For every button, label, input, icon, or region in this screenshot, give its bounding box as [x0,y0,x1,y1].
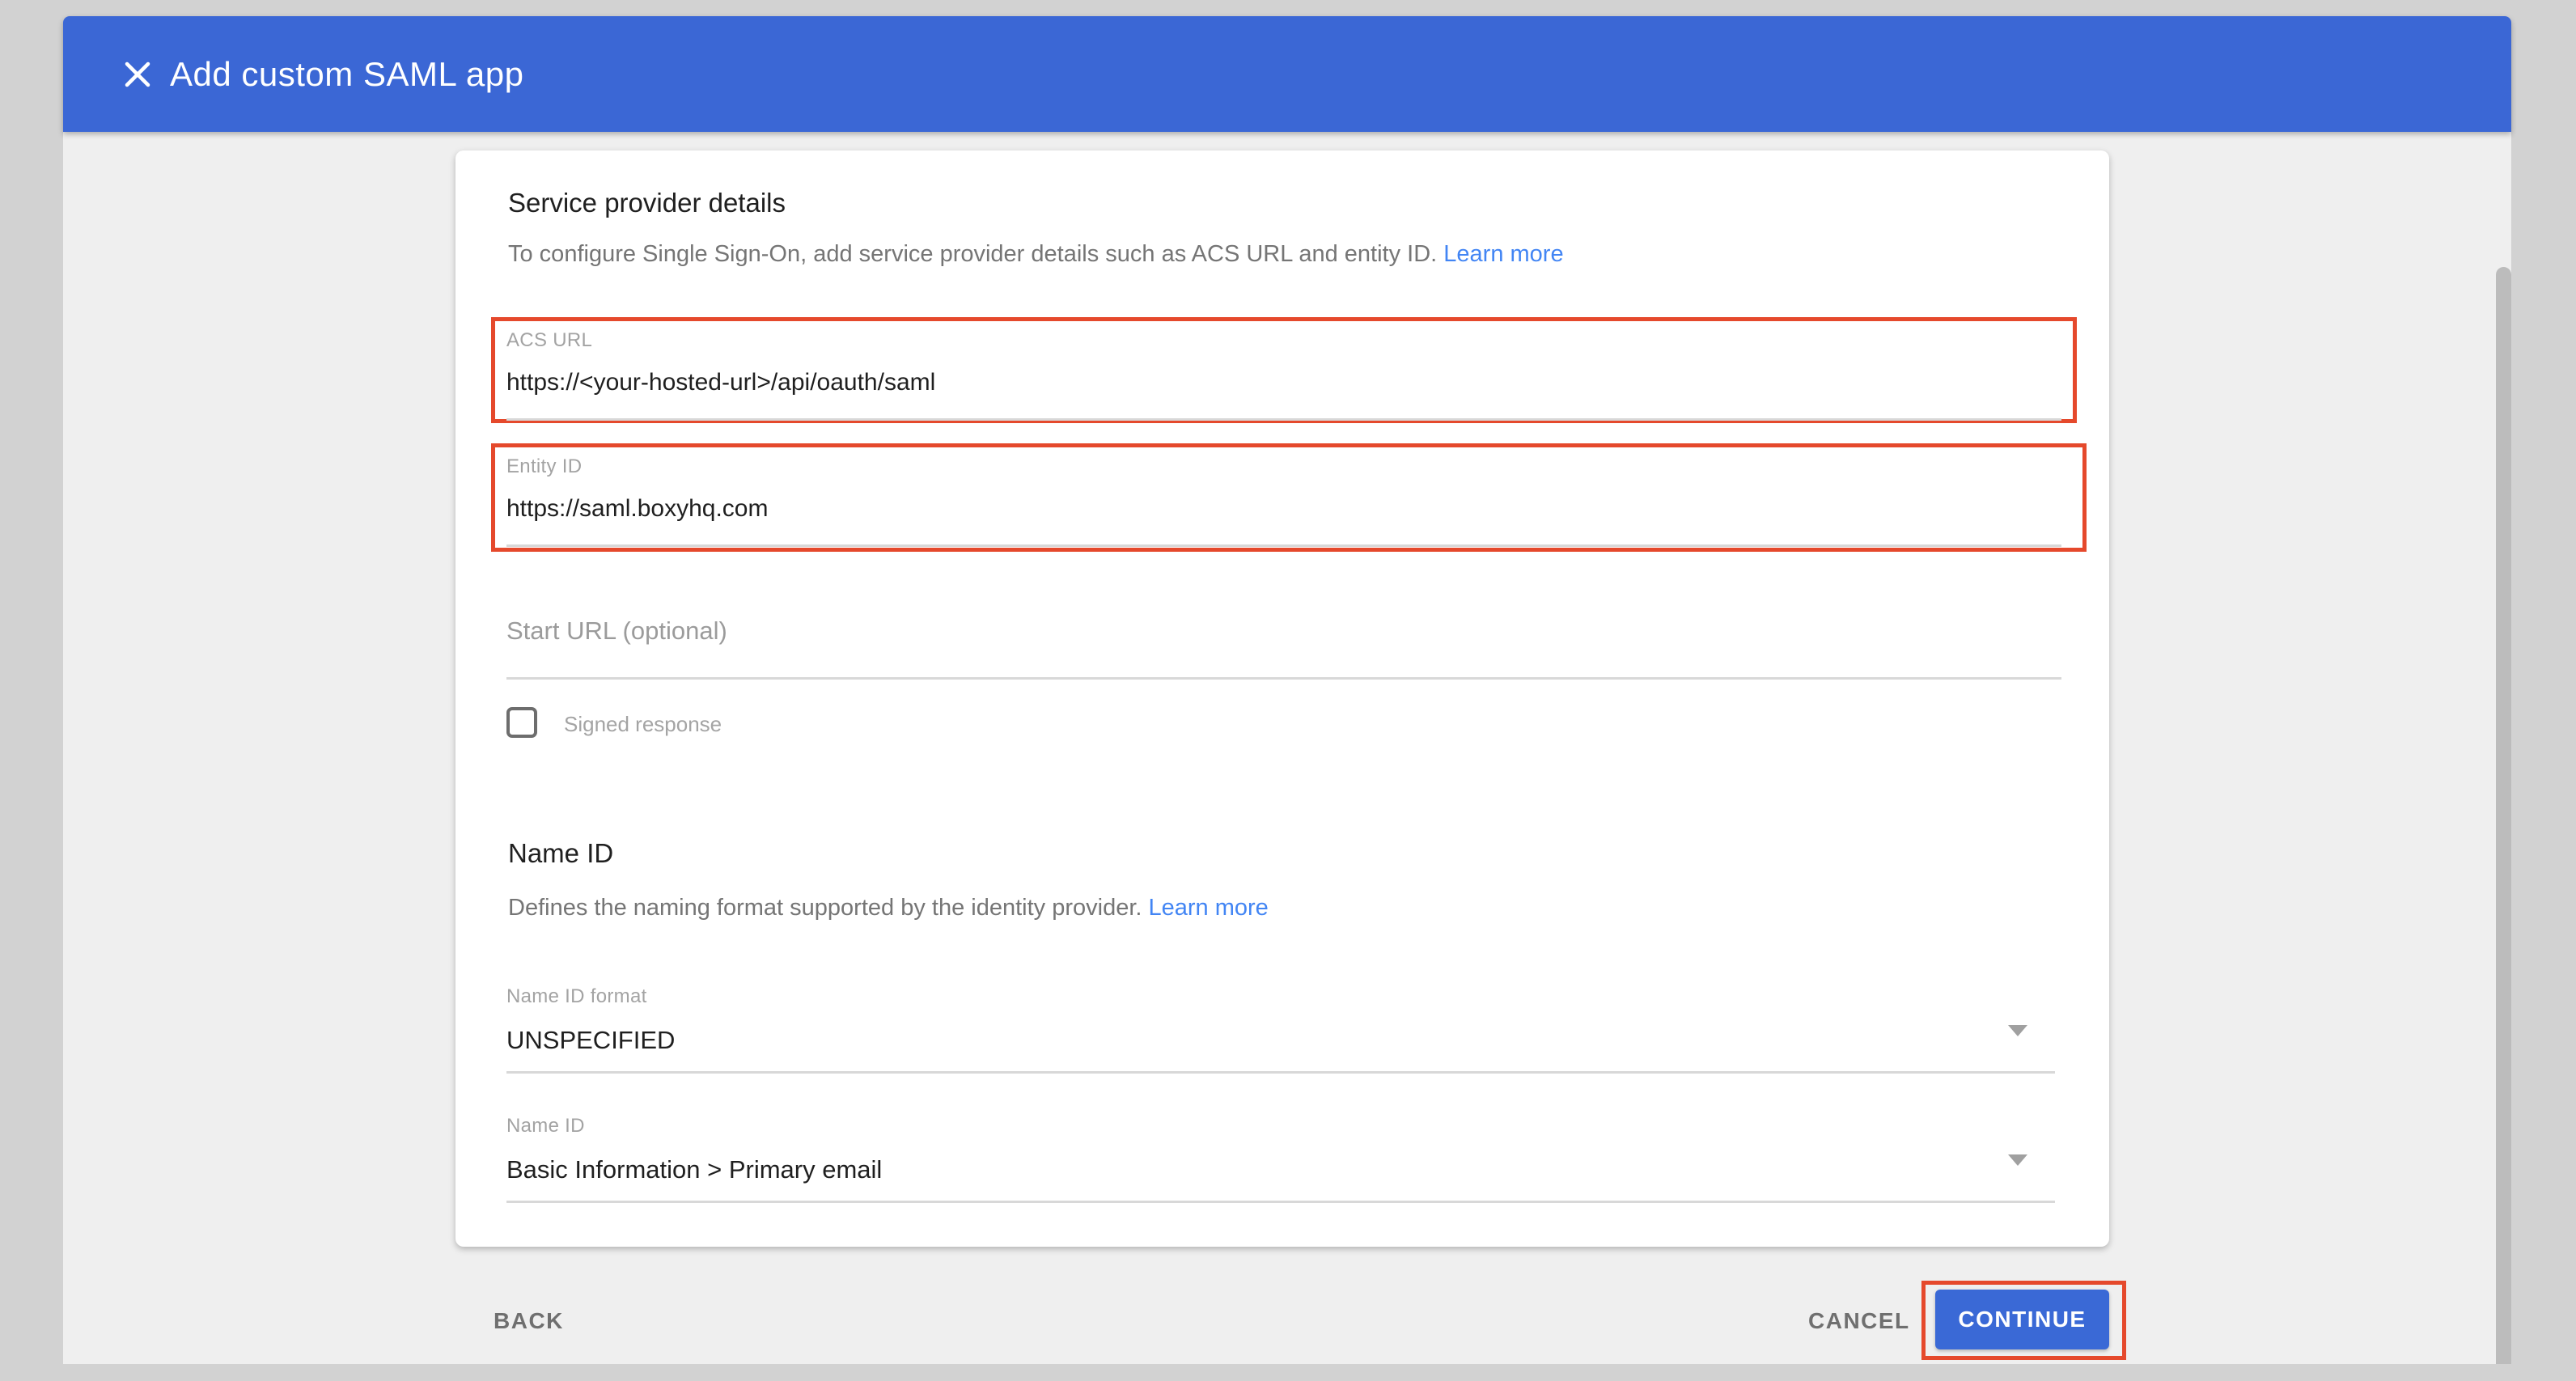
entity-id-underline [506,544,2061,547]
section-heading-name-id: Name ID [508,838,613,869]
start-url-underline [506,677,2061,680]
signed-response-checkbox[interactable] [506,707,537,738]
name-id-label: Name ID [506,1115,2055,1137]
name-id-value: Basic Information > Primary email [506,1155,2055,1184]
dialog-header: Add custom SAML app [63,16,2511,132]
add-saml-app-dialog: Add custom SAML app Service provider det… [63,16,2511,1364]
name-id-format-label: Name ID format [506,985,2055,1008]
name-id-select[interactable]: Name ID Basic Information > Primary emai… [506,1115,2055,1201]
close-icon [124,61,151,88]
acs-url-input[interactable]: ACS URL https://<your-hosted-url>/api/oa… [506,329,2061,418]
scrollbar[interactable] [2496,267,2511,1364]
acs-url-value: https://<your-hosted-url>/api/oauth/saml [506,369,2061,396]
signed-response-label: Signed response [564,712,722,737]
name-id-description-text: Defines the naming format supported by t… [508,895,1142,921]
learn-more-link-service-provider[interactable]: Learn more [1443,241,1563,267]
entity-id-value: https://saml.boxyhq.com [506,495,2061,523]
service-provider-description: To configure Single Sign-On, add service… [508,241,1564,268]
back-button[interactable]: BACK [494,1308,564,1334]
start-url-placeholder: Start URL (optional) [506,616,2061,646]
entity-id-label: Entity ID [506,455,2061,478]
name-id-format-value: UNSPECIFIED [506,1026,2055,1055]
dropdown-arrow-icon [2008,1025,2027,1036]
name-id-format-select[interactable]: Name ID format UNSPECIFIED [506,985,2055,1071]
dropdown-arrow-icon [2008,1154,2027,1166]
acs-url-underline [506,418,2061,421]
dialog-title: Add custom SAML app [170,16,524,132]
section-heading-service-provider: Service provider details [508,188,786,218]
name-id-format-underline [506,1071,2055,1074]
entity-id-input[interactable]: Entity ID https://saml.boxyhq.com [506,455,2061,544]
name-id-description: Defines the naming format supported by t… [508,895,1269,921]
learn-more-link-name-id[interactable]: Learn more [1149,895,1269,921]
service-provider-card: Service provider details To configure Si… [455,150,2109,1247]
name-id-underline [506,1201,2055,1203]
acs-url-label: ACS URL [506,329,2061,352]
service-provider-description-text: To configure Single Sign-On, add service… [508,241,1437,267]
close-button[interactable] [95,32,180,116]
cancel-button[interactable]: CANCEL [1808,1308,1910,1334]
continue-button[interactable]: CONTINUE [1935,1290,2109,1349]
start-url-input[interactable]: Start URL (optional) [506,616,2061,680]
